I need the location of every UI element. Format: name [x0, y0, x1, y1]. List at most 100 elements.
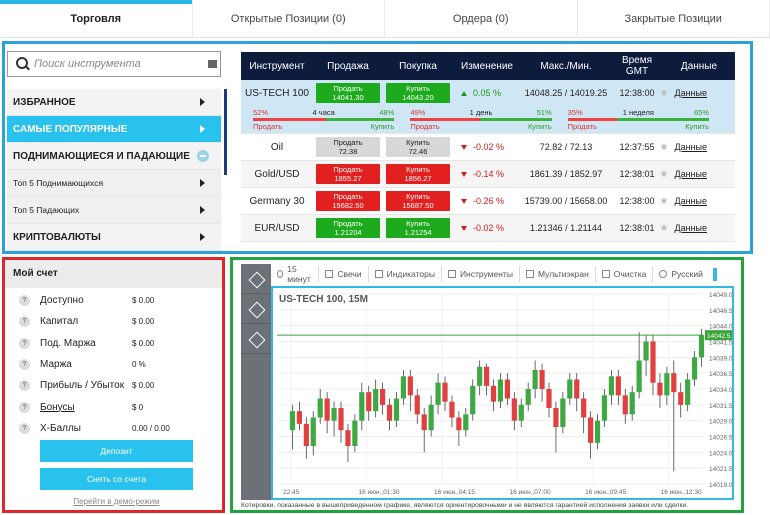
main-tabs: Торговля Открытые Позиции (0) Ордера (0)…: [0, 0, 770, 38]
collapse-icon[interactable]: [197, 150, 209, 162]
y-tick-label: 14049.0: [709, 292, 732, 299]
sentiment-1w: 35% 1 неделя 65% Продать Купить: [567, 108, 709, 131]
chart-type-button[interactable]: Свечи: [319, 266, 369, 282]
indicators-button[interactable]: Индикаторы: [369, 266, 442, 282]
help-icon[interactable]: ?: [19, 316, 30, 328]
star-icon[interactable]: ★: [660, 142, 669, 153]
candle-body: [477, 366, 483, 386]
trend-tool-icon[interactable]: [241, 294, 271, 324]
category-top5-risers[interactable]: Топ 5 Поднимающихся: [7, 170, 221, 197]
tab-closed-positions[interactable]: Закрытые Позиции: [578, 0, 770, 37]
category-most-popular[interactable]: САМЫЕ ПОПУЛЯРНЫЕ: [7, 116, 221, 143]
candle-body: [532, 370, 538, 389]
data-link[interactable]: Данные: [674, 196, 707, 206]
help-icon[interactable]: ?: [19, 401, 30, 413]
sell-button[interactable]: Продать 1855.27: [316, 164, 380, 184]
candle-body: [594, 420, 601, 443]
candle-body: [400, 376, 406, 399]
pattern-tool-icon[interactable]: [241, 324, 271, 354]
star-icon[interactable]: ★: [660, 88, 669, 99]
keyboard-icon[interactable]: [208, 60, 217, 68]
table-row[interactable]: Oil Продать 72.38 Купить 72.46 -0.02 % 72.…: [241, 134, 735, 161]
candle-body: [525, 389, 531, 405]
price-chart[interactable]: 14049.0 14046.5 14044.0 14041.5 14039.0 14036…: [271, 286, 734, 500]
candle-body: [310, 417, 316, 446]
category-top5-fallers[interactable]: Топ 5 Падающих: [7, 197, 221, 224]
tools-button[interactable]: Инструменты: [442, 266, 520, 282]
data-link[interactable]: Данные: [674, 169, 707, 179]
candle-body: [678, 392, 684, 405]
candle-body: [414, 395, 420, 415]
sell-button[interactable]: Продать 72.38: [316, 137, 380, 157]
data-link[interactable]: Данные: [674, 88, 707, 98]
candle-body: [581, 398, 587, 418]
category-crypto[interactable]: КРИПТОВАЛЮТЫ: [7, 224, 221, 251]
category-list: ИЗБРАННОЕ САМЫЕ ПОПУЛЯРНЫЕ ПОДНИМАЮЩИЕСЯ…: [7, 89, 221, 251]
crosshair-tool-icon[interactable]: [241, 264, 271, 294]
candle-body: [407, 376, 413, 396]
table-row[interactable]: Germany 30 Продать 15682.50 Купить 15687.5…: [241, 188, 735, 215]
sell-button[interactable]: Продать 14041.30: [316, 83, 380, 103]
y-tick-label: 14024.0: [709, 450, 732, 457]
y-tick-label: 14029.0: [709, 419, 732, 426]
timeframe-button[interactable]: 15 минут: [271, 264, 320, 284]
help-icon[interactable]: ?: [19, 422, 30, 434]
buy-button[interactable]: Купить 14043.20: [386, 83, 450, 103]
account-row-margin: ? Маржа 0 %: [5, 354, 222, 375]
help-icon[interactable]: ?: [19, 337, 30, 349]
candle-body: [546, 389, 552, 408]
tab-orders[interactable]: Ордера (0): [385, 0, 578, 37]
deposit-button[interactable]: Депозит: [40, 440, 193, 462]
clear-button[interactable]: Очистка: [596, 266, 654, 282]
expand-icon[interactable]: [712, 267, 717, 281]
tab-trading[interactable]: Торговля: [0, 0, 193, 37]
table-row[interactable]: EUR/USD Продать 1.21204 Купить 1.21254 -0.…: [241, 215, 735, 242]
data-link[interactable]: Данные: [674, 142, 707, 152]
sentiment-row: 52% 4 часа 48% Продать Купить 49% 1 день 51% …: [241, 106, 735, 134]
category-risers-fallers[interactable]: ПОДНИМАЮЩИЕСЯ И ПАДАЮЩИЕ: [7, 143, 221, 170]
candle-body: [539, 370, 545, 389]
star-icon[interactable]: ★: [660, 196, 669, 207]
x-tick-label: 16 июн.,04:15: [434, 489, 475, 496]
withdraw-button[interactable]: Снять со счета: [40, 468, 193, 490]
chart-title: US-TECH 100, 15M: [279, 294, 368, 305]
search-input[interactable]: [34, 58, 204, 70]
data-link[interactable]: Данные: [674, 223, 707, 233]
bonus-link[interactable]: Бонусы: [40, 402, 132, 413]
help-icon[interactable]: ?: [19, 380, 30, 392]
help-icon[interactable]: ?: [19, 295, 30, 307]
buy-button[interactable]: Купить 1856.27: [386, 164, 450, 184]
buy-button[interactable]: Купить 15687.50: [386, 191, 450, 211]
language-button[interactable]: Русский: [653, 266, 709, 282]
arrow-right-icon: [200, 233, 205, 241]
grid-icon: [525, 270, 534, 278]
sell-button[interactable]: Продать 1.21204: [316, 218, 380, 238]
candle-body: [657, 382, 663, 396]
candle-body: [504, 379, 510, 399]
star-icon[interactable]: ★: [660, 169, 669, 180]
y-tick-label: 14046.5: [709, 308, 732, 315]
candle-body: [463, 414, 469, 431]
help-icon[interactable]: ?: [19, 359, 30, 371]
sell-button[interactable]: Продать 15682.50: [316, 191, 380, 211]
candle-body: [317, 398, 323, 418]
multiscreen-button[interactable]: Мультиэкран: [520, 266, 596, 282]
y-tick-label: 14021.5: [709, 466, 732, 473]
tools-icon: [447, 270, 456, 278]
table-row[interactable]: Gold/USD Продать 1855.27 Купить 1856.27 -0…: [241, 161, 735, 188]
candle-body: [622, 395, 628, 415]
candle-body: [588, 417, 594, 443]
sentiment-1d: 49% 1 день 51% Продать Купить: [410, 108, 552, 131]
arrow-right-icon: [200, 125, 205, 133]
buy-button[interactable]: Купить 72.46: [386, 137, 450, 157]
table-row[interactable]: US-TECH 100 Продать 14041.30 Купить 14043.…: [241, 80, 735, 106]
category-scrollbar[interactable]: [224, 89, 227, 175]
tab-open-positions[interactable]: Открытые Позиции (0): [193, 0, 385, 37]
buy-button[interactable]: Купить 1.21254: [386, 218, 450, 238]
indicators-icon: [374, 270, 383, 278]
candle-body: [643, 341, 649, 361]
category-favorites[interactable]: ИЗБРАННОЕ: [7, 89, 221, 116]
demo-mode-link[interactable]: Перейти в демо-режим: [40, 497, 193, 506]
y-tick-label: 14044.0: [709, 324, 732, 331]
star-icon[interactable]: ★: [660, 223, 669, 234]
